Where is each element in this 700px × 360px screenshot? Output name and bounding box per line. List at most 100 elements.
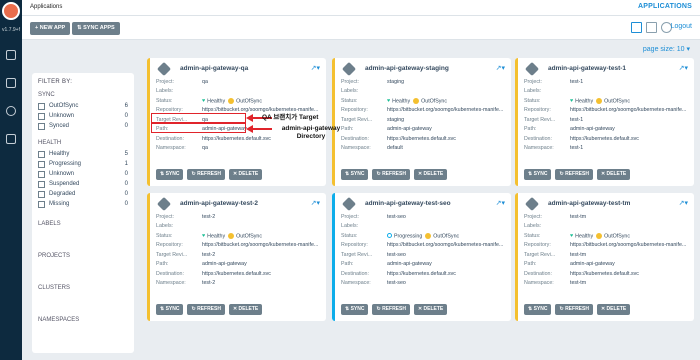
card-row-path: Path: admin-api-gateway [341,125,507,135]
refresh-button[interactable]: ↻ REFRESH [555,169,593,180]
delete-button[interactable]: ✕ DELETE [228,169,263,180]
refresh-button[interactable]: ↻ REFRESH [187,304,225,315]
tiles-view-icon[interactable] [631,22,642,33]
card-row-destination: Destination: https://kubernetes.default.s… [524,134,690,144]
field-label: Status: [524,97,541,104]
filter-health-degraded[interactable]: Degraded 0 [38,189,128,199]
field-text: admin-api-gateway [570,126,615,133]
sync-status: OutOfSync [421,97,448,104]
argo-logo-icon[interactable] [2,2,20,20]
refresh-button[interactable]: ↻ REFRESH [372,169,410,180]
field-value: test-seo [387,252,406,258]
external-link-icon[interactable]: ↗▾ [311,199,320,207]
external-link-icon[interactable]: ↗▾ [496,199,505,207]
field-label: Status: [524,232,541,239]
app-card[interactable]: admin-api-gateway-test-tm ↗▾ Project: tes… [515,193,694,321]
card-row-labels: Labels: [524,222,690,232]
delete-button[interactable]: ✕ DELETE [413,169,448,180]
checkbox[interactable] [38,122,45,130]
filter-label: Degraded [49,191,76,197]
field-value: admin-api-gateway [570,261,615,267]
app-card[interactable]: admin-api-gateway-test-2 ↗▾ Project: test… [147,193,326,321]
checkbox[interactable] [38,180,45,188]
filter-sync-unknown[interactable]: Unknown 0 [38,111,128,121]
field-text: staging [387,116,405,123]
checkbox[interactable] [38,112,45,120]
app-card[interactable]: admin-api-gateway-test-seo ↗▾ Project: te… [332,193,511,321]
docs-icon[interactable] [6,134,16,144]
new-app-button[interactable]: + NEW APP [30,22,71,35]
field-label: Project: [156,78,174,85]
sync-button[interactable]: ⇅ SYNC [156,169,184,180]
card-details: Project: test-tm Labels: Status: ♥ Healthy O… [524,212,690,288]
card-row-namespace: Namespace: test-1 [524,144,690,154]
logout-link[interactable]: Logout [671,23,692,30]
field-value: https://kubernetes.default.svc [387,136,456,142]
labels-section-title[interactable]: LABELS [38,221,128,227]
filter-health-missing[interactable]: Missing 0 [38,199,128,209]
field-value: Progressing OutOfSync [387,232,459,239]
delete-button[interactable]: ✕ DELETE [596,304,631,315]
card-row-labels: Labels: [524,87,690,97]
sync-apps-button[interactable]: ⇅ SYNC APPS [72,22,120,35]
checkbox[interactable] [38,190,45,198]
list-view-icon[interactable] [646,22,657,33]
app-card[interactable]: admin-api-gateway-staging ↗▾ Project: sta… [332,58,511,186]
delete-button[interactable]: ✕ DELETE [228,304,263,315]
card-row-path: Path: admin-api-gateway [156,260,322,270]
target-revision-highlight [151,113,246,123]
filter-count: 5 [124,151,128,157]
filter-count: 6 [124,103,128,109]
sync-button[interactable]: ⇅ SYNC [524,304,552,315]
external-link-icon[interactable]: ↗▾ [311,64,320,72]
filter-health-healthy[interactable]: Healthy 5 [38,149,128,159]
app-name[interactable]: admin-api-gateway-staging [365,65,449,72]
settings-icon[interactable] [6,78,16,88]
filter-sync-synced[interactable]: Synced 0 [38,121,128,131]
filter-health-progressing[interactable]: Progressing 1 [38,159,128,169]
app-name[interactable]: admin-api-gateway-test-2 [180,200,258,207]
applications-icon[interactable] [6,50,16,60]
page-size-select[interactable]: page size: 10 ▾ [643,45,690,53]
sync-button[interactable]: ⇅ SYNC [524,169,552,180]
sync-button[interactable]: ⇅ SYNC [341,169,369,180]
filter-sync-outofsync[interactable]: OutOfSync 6 [38,101,128,111]
filter-count: 0 [124,181,128,187]
field-label: Status: [156,232,173,239]
field-text: qa [202,78,208,85]
app-name[interactable]: admin-api-gateway-test-tm [548,200,630,207]
app-name[interactable]: admin-api-gateway-test-1 [548,65,626,72]
sync-button[interactable]: ⇅ SYNC [156,304,184,315]
external-link-icon[interactable]: ↗▾ [496,64,505,72]
namespaces-section-title[interactable]: NAMESPACES [38,317,128,323]
checkbox[interactable] [38,150,45,158]
app-name[interactable]: admin-api-gateway-qa [180,65,248,72]
field-text: test-tm [570,280,587,287]
filter-health-suspended[interactable]: Suspended 0 [38,179,128,189]
projects-section-title[interactable]: PROJECTS [38,253,128,259]
field-label: Labels: [156,88,174,95]
refresh-button[interactable]: ↻ REFRESH [555,304,593,315]
user-icon[interactable] [6,106,16,116]
external-link-icon[interactable]: ↗▾ [679,199,688,207]
field-label: Target Revi... [156,251,188,258]
checkbox[interactable] [38,160,45,168]
breadcrumb[interactable]: Applications [30,4,62,10]
app-name[interactable]: admin-api-gateway-test-seo [365,200,451,207]
delete-button[interactable]: ✕ DELETE [596,169,631,180]
refresh-button[interactable]: ↻ REFRESH [187,169,225,180]
external-link-icon[interactable]: ↗▾ [679,64,688,72]
field-label: Repository: [341,107,368,114]
clusters-section-title[interactable]: CLUSTERS [38,285,128,291]
field-text: https://bitbucket.org/soomgo/kubernetes-… [387,242,504,249]
checkbox[interactable] [38,102,45,110]
field-value: test-1 [570,79,583,85]
delete-button[interactable]: ✕ DELETE [413,304,448,315]
field-text: https://bitbucket.org/soomgo/kubernetes-… [202,242,319,249]
sync-button[interactable]: ⇅ SYNC [341,304,369,315]
checkbox[interactable] [38,170,45,178]
refresh-button[interactable]: ↻ REFRESH [372,304,410,315]
filter-health-unknown[interactable]: Unknown 0 [38,169,128,179]
checkbox[interactable] [38,200,45,208]
app-card[interactable]: admin-api-gateway-test-1 ↗▾ Project: test… [515,58,694,186]
